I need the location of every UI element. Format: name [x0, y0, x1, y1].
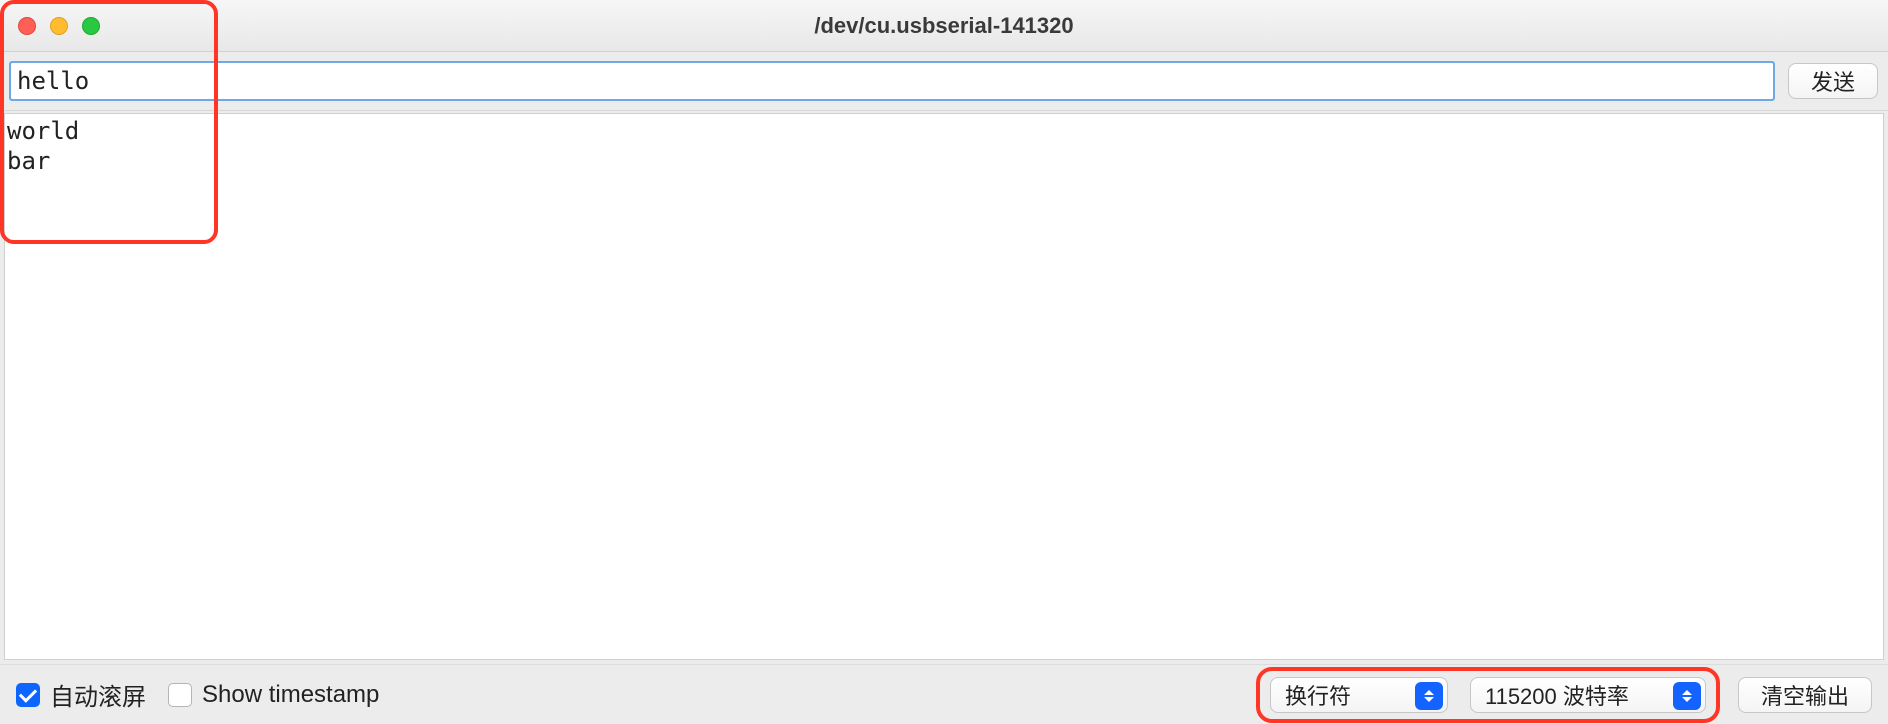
footer-bar: 自动滚屏 Show timestamp 换行符 115200 波特率 清空输出 — [0, 664, 1888, 724]
baud-rate-select[interactable]: 115200 波特率 — [1470, 677, 1706, 713]
annotation-highlight-dropdowns: 换行符 115200 波特率 — [1256, 667, 1720, 723]
send-button[interactable]: 发送 — [1788, 63, 1878, 99]
line-ending-value: 换行符 — [1285, 679, 1351, 711]
title-bar: /dev/cu.usbserial-141320 — [0, 0, 1888, 52]
autoscroll-label: 自动滚屏 — [50, 677, 146, 712]
chevron-updown-icon — [1415, 682, 1443, 710]
show-timestamp-label: Show timestamp — [202, 681, 379, 709]
serial-output-area[interactable]: world bar — [4, 113, 1884, 660]
command-input[interactable] — [10, 62, 1774, 100]
minimize-icon[interactable] — [50, 17, 68, 35]
footer-left: 自动滚屏 Show timestamp — [16, 677, 379, 712]
serial-monitor-window: /dev/cu.usbserial-141320 发送 world bar 自动… — [0, 0, 1888, 724]
show-timestamp-option[interactable]: Show timestamp — [168, 681, 379, 709]
command-input-row: 发送 — [0, 52, 1888, 111]
autoscroll-checkbox[interactable] — [16, 683, 40, 707]
traffic-lights — [0, 17, 100, 35]
chevron-updown-icon — [1673, 682, 1701, 710]
close-icon[interactable] — [18, 17, 36, 35]
show-timestamp-checkbox[interactable] — [168, 683, 192, 707]
maximize-icon[interactable] — [82, 17, 100, 35]
baud-rate-value: 115200 波特率 — [1485, 679, 1629, 711]
clear-output-button[interactable]: 清空输出 — [1738, 677, 1872, 713]
line-ending-select[interactable]: 换行符 — [1270, 677, 1448, 713]
window-title: /dev/cu.usbserial-141320 — [0, 13, 1888, 39]
autoscroll-option[interactable]: 自动滚屏 — [16, 677, 146, 712]
